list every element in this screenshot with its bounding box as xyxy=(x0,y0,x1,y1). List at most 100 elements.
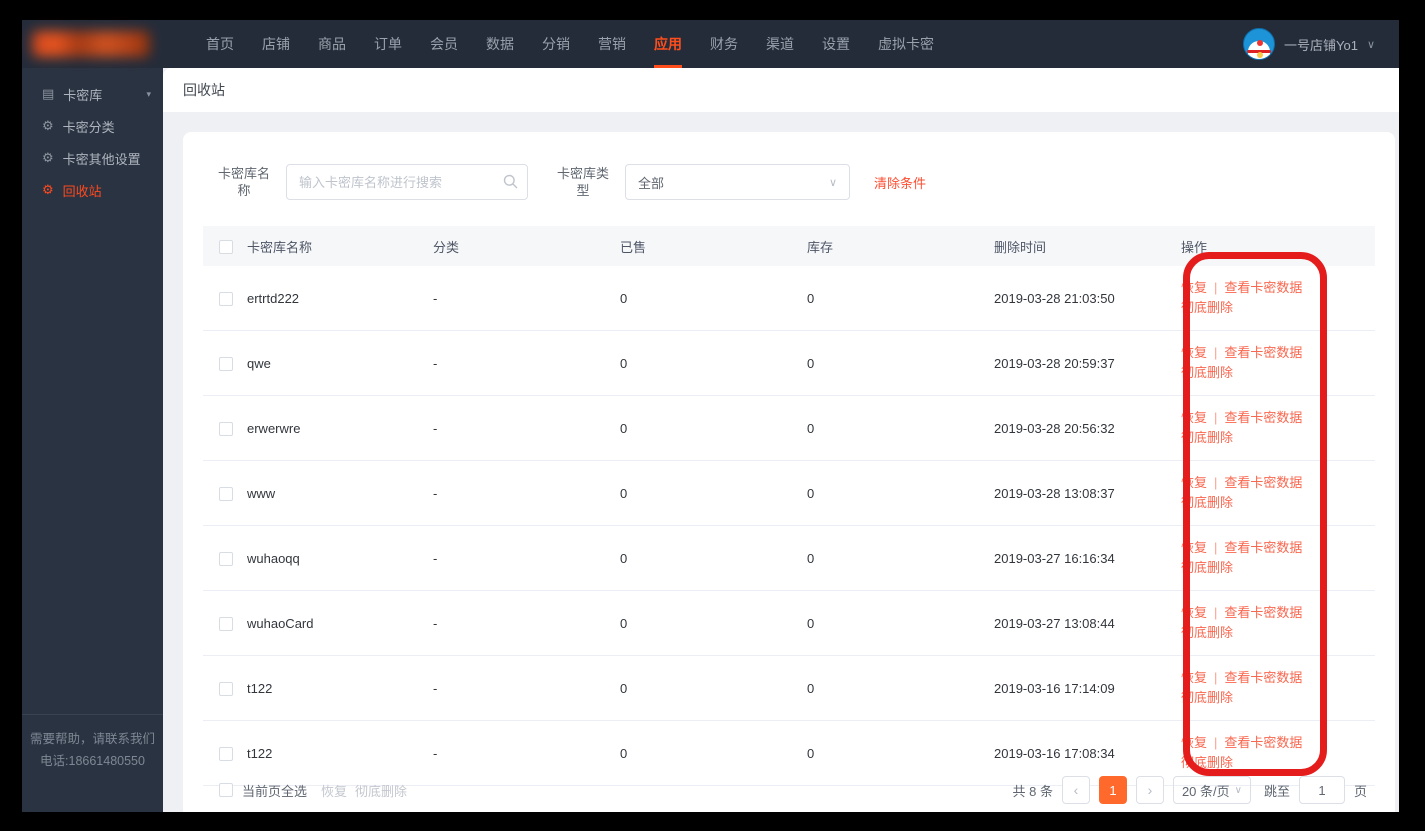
nav-item[interactable]: 店铺 xyxy=(248,20,304,68)
row-checkbox[interactable] xyxy=(219,746,233,761)
nav-item[interactable]: 设置 xyxy=(808,20,864,68)
restore-link[interactable]: 恢复 xyxy=(1181,475,1207,490)
restore-link[interactable]: 恢复 xyxy=(1181,540,1207,555)
row-checkbox[interactable] xyxy=(219,681,233,696)
chevron-down-icon: ∨ xyxy=(1366,38,1375,51)
view-data-link[interactable]: 查看卡密数据 xyxy=(1224,670,1302,685)
prev-page-button[interactable]: ‹ xyxy=(1061,776,1090,804)
actions-cell: 恢复 | 查看卡密数据 彻底删除 xyxy=(1181,668,1375,708)
category-cell: - xyxy=(433,745,438,761)
nav-item[interactable]: 会员 xyxy=(416,20,472,68)
permanent-delete-link[interactable]: 彻底删除 xyxy=(1181,690,1233,705)
clear-filters-link[interactable]: 清除条件 xyxy=(874,173,926,192)
table-header: 卡密库名称 分类 已售 库存 删除时间 操作 xyxy=(203,226,1375,266)
page-size-select[interactable]: 20 条/页 ∨ xyxy=(1172,776,1251,804)
select-page-label: 当前页全选 xyxy=(242,783,308,799)
nav-item[interactable]: 首页 xyxy=(192,20,248,68)
sidebar-item[interactable]: ⚙ 回收站 xyxy=(22,174,163,206)
nav-item[interactable]: 营销 xyxy=(584,20,640,68)
stock-cell: 0 xyxy=(807,355,815,371)
nav-item-label: 设置 xyxy=(822,36,850,52)
nav-item[interactable]: 财务 xyxy=(696,20,752,68)
permanent-delete-link[interactable]: 彻底删除 xyxy=(1181,495,1233,510)
row-checkbox[interactable] xyxy=(219,421,233,436)
row-checkbox[interactable] xyxy=(219,486,233,501)
table-row: ertrtd222 - 0 0 2019-03-28 21:03:50 恢复 | 查… xyxy=(203,266,1375,331)
restore-link[interactable]: 恢复 xyxy=(1181,410,1207,425)
row-checkbox[interactable] xyxy=(219,616,233,631)
link-separator: | xyxy=(1214,280,1218,295)
name-search-box xyxy=(286,164,528,200)
next-page-button[interactable]: › xyxy=(1135,776,1164,804)
app-window: 首页 店铺 商品 订单 会员 数据 分销 营销 应用 财务 渠道 设置 虚拟卡密… xyxy=(22,20,1399,812)
table-row: www - 0 0 2019-03-28 13:08:37 恢复 | 查看卡密数据 … xyxy=(203,461,1375,526)
view-data-link[interactable]: 查看卡密数据 xyxy=(1224,605,1302,620)
select-page-checkbox[interactable] xyxy=(219,783,233,797)
recycle-table: 卡密库名称 分类 已售 库存 删除时间 操作 ertrtd222 - 0 0 2… xyxy=(203,226,1375,786)
nav-item-label: 商品 xyxy=(318,36,346,52)
deleted-time-cell: 2019-03-28 13:08:37 xyxy=(994,485,1115,501)
nav-item[interactable]: 订单 xyxy=(360,20,416,68)
nav-item[interactable]: 应用 xyxy=(640,20,696,68)
batch-delete-button[interactable]: 彻底删除 xyxy=(355,781,407,800)
restore-link[interactable]: 恢复 xyxy=(1181,345,1207,360)
name-cell: wuhaoCard xyxy=(247,615,314,631)
nav-item-label: 店铺 xyxy=(262,36,290,52)
table-row: wuhaoqq - 0 0 2019-03-27 16:16:34 恢复 | 查看卡… xyxy=(203,526,1375,591)
sidebar-item-label: 回收站 xyxy=(62,183,102,199)
view-data-link[interactable]: 查看卡密数据 xyxy=(1224,345,1302,360)
nav-item[interactable]: 数据 xyxy=(472,20,528,68)
sidebar-item-label: 卡密其他设置 xyxy=(62,151,141,167)
type-select[interactable]: 全部 ∨ xyxy=(625,164,850,200)
nav-item[interactable]: 虚拟卡密 xyxy=(864,20,948,68)
restore-link[interactable]: 恢复 xyxy=(1181,735,1207,750)
row-checkbox[interactable] xyxy=(219,551,233,566)
actions-cell: 恢复 | 查看卡密数据 彻底删除 xyxy=(1181,733,1375,773)
restore-link[interactable]: 恢复 xyxy=(1181,605,1207,620)
row-checkbox[interactable] xyxy=(219,356,233,371)
sidebar-item[interactable]: ▤ 卡密库 ▾ xyxy=(22,78,163,110)
view-data-link[interactable]: 查看卡密数据 xyxy=(1224,540,1302,555)
row-checkbox[interactable] xyxy=(219,291,233,306)
sidebar-item[interactable]: ⚙ 卡密分类 xyxy=(22,110,163,142)
permanent-delete-link[interactable]: 彻底删除 xyxy=(1181,300,1233,315)
restore-link[interactable]: 恢复 xyxy=(1181,280,1207,295)
stock-cell: 0 xyxy=(807,615,815,631)
page-size-value: 20 条/页 xyxy=(1181,783,1230,799)
sold-cell: 0 xyxy=(620,680,628,696)
link-separator: | xyxy=(1214,670,1218,685)
view-data-link[interactable]: 查看卡密数据 xyxy=(1224,475,1302,490)
jump-page-input[interactable] xyxy=(1298,776,1345,804)
nav-item[interactable]: 渠道 xyxy=(752,20,808,68)
gear-icon: ⚙ xyxy=(42,118,54,133)
search-input[interactable] xyxy=(286,164,528,200)
library-icon: ▤ xyxy=(42,86,55,101)
sidebar-item[interactable]: ⚙ 卡密其他设置 xyxy=(22,142,163,174)
restore-link[interactable]: 恢复 xyxy=(1181,670,1207,685)
permanent-delete-link[interactable]: 彻底删除 xyxy=(1181,430,1233,445)
permanent-delete-link[interactable]: 彻底删除 xyxy=(1181,365,1233,380)
permanent-delete-link[interactable]: 彻底删除 xyxy=(1181,560,1233,575)
current-page-button[interactable]: 1 xyxy=(1098,776,1127,804)
batch-restore-button[interactable]: 恢复 xyxy=(321,781,347,800)
nav-item[interactable]: 商品 xyxy=(304,20,360,68)
category-cell: - xyxy=(433,615,438,631)
user-menu[interactable]: 一号店铺Yo1 ∨ xyxy=(1242,28,1375,60)
table-row: wuhaoCard - 0 0 2019-03-27 13:08:44 恢复 | 查… xyxy=(203,591,1375,656)
gear-icon: ⚙ xyxy=(42,182,54,197)
view-data-link[interactable]: 查看卡密数据 xyxy=(1224,280,1302,295)
name-cell: www xyxy=(247,485,276,501)
view-data-link[interactable]: 查看卡密数据 xyxy=(1224,410,1302,425)
select-all-checkbox[interactable] xyxy=(219,239,233,254)
nav-item-label: 订单 xyxy=(374,36,402,52)
view-data-link[interactable]: 查看卡密数据 xyxy=(1224,735,1302,750)
nav-item[interactable]: 分销 xyxy=(528,20,584,68)
deleted-time-cell: 2019-03-27 16:16:34 xyxy=(994,550,1115,566)
nav-item-label: 营销 xyxy=(598,36,626,52)
store-logo xyxy=(32,31,150,57)
permanent-delete-link[interactable]: 彻底删除 xyxy=(1181,625,1233,640)
sold-cell: 0 xyxy=(620,355,628,371)
link-separator: | xyxy=(1214,735,1218,750)
link-separator: | xyxy=(1214,345,1218,360)
user-name: 一号店铺Yo1 xyxy=(1283,37,1358,53)
